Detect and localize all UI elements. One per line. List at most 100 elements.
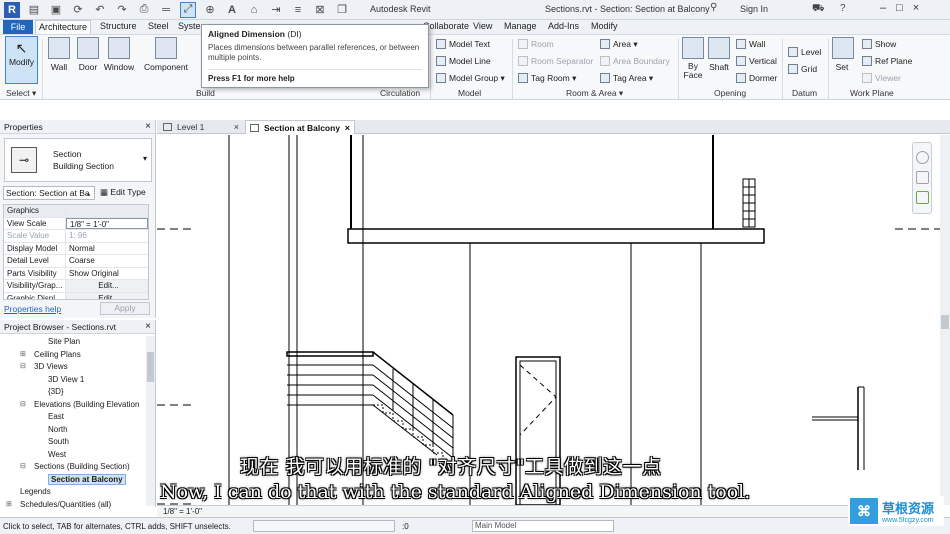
workset-select[interactable] (253, 520, 395, 532)
tree-node[interactable]: East (0, 411, 146, 424)
instance-filter-select[interactable]: Section: Section at Ba ⌄ (3, 186, 95, 200)
maximize-icon[interactable]: □ (896, 2, 903, 14)
scroll-thumb[interactable] (941, 315, 949, 329)
close-icon[interactable]: × (913, 2, 919, 14)
tree-node[interactable]: ⊟ Elevations (Building Elevation (0, 399, 146, 412)
property-row[interactable]: Scale Value 1: 96 (4, 230, 148, 243)
minimize-icon[interactable]: – (880, 2, 886, 14)
tab-add-ins[interactable]: Add-Ins (548, 21, 579, 31)
aligned-dimension-icon[interactable]: ⤢ (180, 1, 196, 18)
sign-in-link[interactable]: Sign In (740, 4, 768, 14)
scroll-thumb[interactable] (147, 352, 154, 382)
collapse-icon[interactable]: ⊟ (20, 361, 26, 373)
tree-node[interactable]: ⊞ Schedules/Quantities (all) (0, 499, 146, 512)
steering-wheel-icon[interactable] (916, 151, 929, 164)
tab-level-1[interactable]: Level 1 × (159, 120, 243, 134)
model-text-button[interactable]: Model Text (436, 39, 490, 49)
expand-icon[interactable]: ⊞ (20, 349, 26, 361)
property-value[interactable]: Normal (66, 243, 148, 255)
canvas-scrollbar[interactable] (940, 135, 950, 505)
tab-structure[interactable]: Structure (100, 21, 137, 31)
section-icon[interactable]: ⇥ (268, 2, 284, 18)
tab-collaborate[interactable]: Collaborate (423, 21, 469, 31)
text-icon[interactable]: A (224, 2, 240, 18)
shaft-button[interactable]: Shaft (706, 37, 732, 72)
expand-icon[interactable]: ⊞ (6, 499, 12, 511)
property-row[interactable]: Detail Level Coarse (4, 255, 148, 268)
property-row[interactable]: Graphic Displ... Edit... (4, 292, 148, 299)
tree-node[interactable]: Section at Balcony (0, 473, 146, 487)
tab-file[interactable]: File (3, 20, 33, 34)
tab-steel[interactable]: Steel (148, 21, 169, 31)
tree-node[interactable]: ⊟ Sections (Building Section) (0, 461, 146, 474)
cart-icon[interactable]: ⛟ (812, 3, 825, 16)
design-option-select[interactable]: Main Model (472, 520, 614, 532)
open-icon[interactable]: ▤ (26, 2, 42, 18)
print-icon[interactable]: ⎙ (136, 2, 152, 18)
close-hidden-icon[interactable]: ⊠ (312, 2, 328, 18)
area-button[interactable]: Area ▾ (600, 39, 638, 50)
zoom-region-icon[interactable] (916, 191, 929, 204)
close-icon[interactable]: × (145, 321, 151, 332)
level-button[interactable]: Level (788, 47, 821, 57)
collapse-icon[interactable]: ⊟ (20, 399, 26, 411)
room-button[interactable]: Room (518, 39, 554, 49)
collapse-icon[interactable]: ⊟ (20, 461, 26, 473)
tree-node[interactable]: Site Plan (0, 336, 146, 349)
tree-node[interactable]: {3D} (0, 386, 146, 399)
room-separator-button[interactable]: Room Separator (518, 56, 593, 66)
tag-icon[interactable]: ⊕ (202, 2, 218, 18)
ref-plane-button[interactable]: Ref Plane (862, 56, 912, 66)
property-value[interactable]: Coarse (66, 255, 148, 267)
show-button[interactable]: Show (862, 39, 896, 49)
component-button[interactable]: Component (142, 37, 190, 72)
tag-area-button[interactable]: Tag Area ▾ (600, 73, 653, 84)
property-row[interactable]: Display Model Normal (4, 242, 148, 255)
thin-lines-icon[interactable]: ≡ (290, 2, 306, 18)
property-value[interactable]: Edit... (66, 292, 148, 299)
model-line-button[interactable]: Model Line (436, 56, 491, 66)
opening-wall-button[interactable]: Wall (736, 39, 765, 49)
tab-section-at-balcony[interactable]: Section at Balcony × (245, 120, 355, 134)
property-value[interactable]: 1/8" = 1'-0" (66, 217, 148, 229)
viewer-button[interactable]: Viewer (862, 73, 901, 83)
modify-button[interactable]: ↖ Modify (5, 36, 38, 84)
close-icon[interactable]: × (345, 121, 350, 135)
close-icon[interactable]: × (145, 121, 151, 132)
close-icon[interactable]: × (234, 120, 239, 134)
edit-type-button[interactable]: ▦ Edit Type (100, 187, 146, 198)
wall-button[interactable]: Wall (46, 37, 72, 72)
property-row[interactable]: Parts Visibility Show Original (4, 267, 148, 280)
zoom-icon[interactable] (916, 171, 929, 184)
revit-logo-icon[interactable]: R (4, 1, 20, 18)
type-selector[interactable]: ⊸ Section Building Section ▾ (4, 138, 152, 182)
save-icon[interactable]: ▣ (48, 2, 64, 18)
door-button[interactable]: Door (76, 37, 100, 72)
properties-help-link[interactable]: Properties help (4, 304, 61, 314)
apply-button[interactable]: Apply (100, 302, 150, 315)
tab-manage[interactable]: Manage (504, 21, 537, 31)
property-value[interactable]: Edit... (66, 280, 148, 292)
3d-view-icon[interactable]: ⌂ (246, 2, 262, 18)
set-button[interactable]: Set (832, 37, 854, 72)
drawing-canvas[interactable] (157, 135, 940, 506)
property-value[interactable]: Show Original (66, 268, 148, 280)
property-row[interactable]: Visibility/Grap... Edit... (4, 280, 148, 293)
tree-node[interactable]: West (0, 449, 146, 462)
binoculars-icon[interactable]: ⚲ (710, 2, 717, 13)
tab-view[interactable]: View (473, 21, 492, 31)
redo-icon[interactable]: ↷ (114, 2, 130, 18)
view-scale-control[interactable]: 1/8" = 1'-0" (163, 507, 202, 516)
tree-node[interactable]: North (0, 424, 146, 437)
tree-node[interactable]: Legends (0, 486, 146, 499)
tab-modify[interactable]: Modify (591, 21, 618, 31)
select-panel-title[interactable]: Select ▾ (6, 88, 36, 99)
vertical-button[interactable]: Vertical (736, 56, 777, 66)
tree-node[interactable]: South (0, 436, 146, 449)
switch-windows-icon[interactable]: ❐ (334, 2, 350, 18)
tree-node[interactable]: ⊞ Ceiling Plans (0, 349, 146, 362)
tree-node[interactable]: ⊟ 3D Views (0, 361, 146, 374)
tree-node[interactable]: 3D View 1 (0, 374, 146, 387)
dormer-button[interactable]: Dormer (736, 73, 777, 83)
sync-icon[interactable]: ⟳ (70, 2, 86, 18)
